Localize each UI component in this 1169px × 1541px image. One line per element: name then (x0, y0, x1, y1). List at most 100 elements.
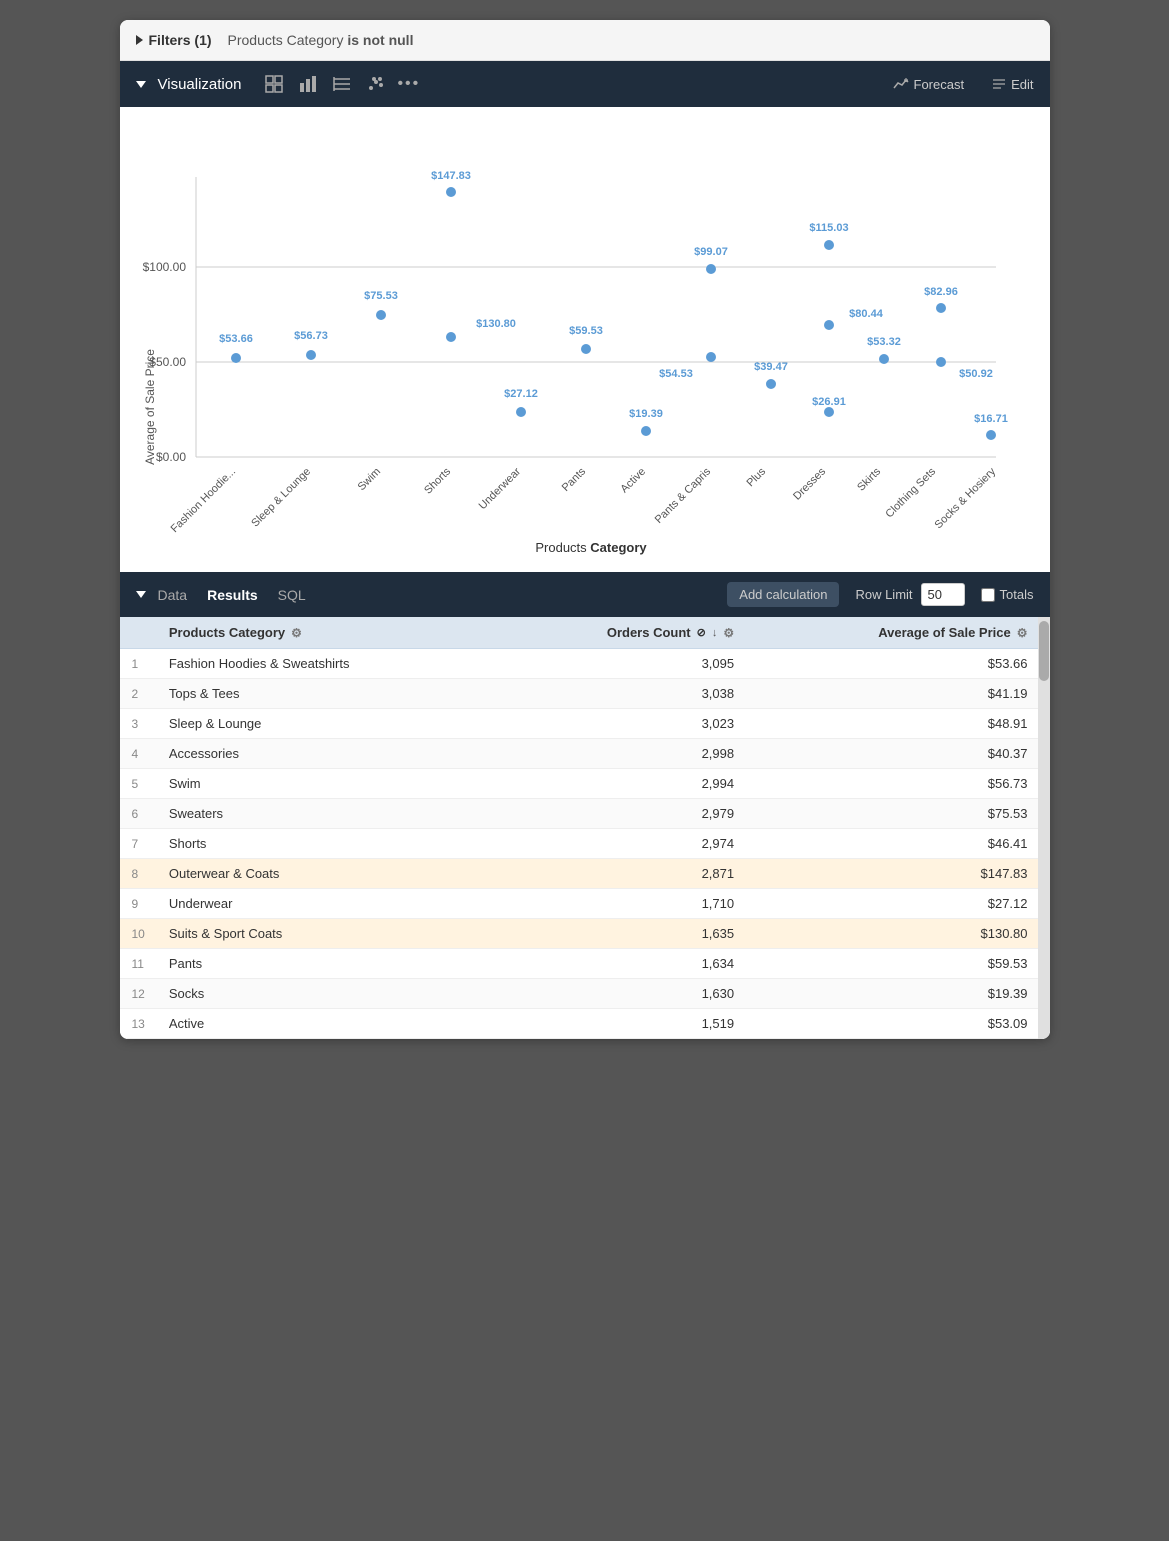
orders-count-cell: 2,974 (496, 829, 746, 859)
category-cell: Sweaters (157, 799, 496, 829)
data-section-header: Data Results SQL Add calculation Row Lim… (120, 572, 1050, 617)
main-container: Filters (1) Products Category is not nul… (120, 20, 1050, 1039)
avg-price-cell: $75.53 (746, 799, 1049, 829)
svg-text:$53.66: $53.66 (219, 333, 253, 345)
svg-text:$50.00: $50.00 (149, 355, 186, 369)
totals-checkbox[interactable] (981, 588, 995, 602)
svg-text:$56.73: $56.73 (294, 330, 328, 342)
row-limit-input[interactable] (921, 583, 965, 606)
filters-label: Filters (1) (149, 32, 212, 48)
svg-text:$99.07: $99.07 (694, 246, 728, 258)
orders-count-cell: 1,630 (496, 979, 746, 1009)
row-number: 6 (120, 799, 157, 829)
orders-count-cell: 3,038 (496, 679, 746, 709)
table-header: Products Category ⚙ Orders Count ⊘ ↓ ⚙ (120, 617, 1050, 649)
svg-text:$19.39: $19.39 (629, 408, 663, 420)
svg-text:$27.12: $27.12 (504, 388, 538, 400)
orders-count-cell: 1,634 (496, 949, 746, 979)
totals-label: Totals (981, 587, 1034, 602)
svg-text:Sleep & Lounge: Sleep & Lounge (249, 466, 313, 530)
category-cell: Pants (157, 949, 496, 979)
data-arrow-icon[interactable] (136, 591, 146, 598)
table-row: 10 Suits & Sport Coats 1,635 $130.80 (120, 919, 1050, 949)
scatter-button[interactable] (363, 71, 389, 97)
col-header-avg-price: Average of Sale Price ⚙ (746, 617, 1049, 649)
svg-text:Clothing Sets: Clothing Sets (883, 465, 938, 520)
table-row: 5 Swim 2,994 $56.73 (120, 769, 1050, 799)
row-number: 13 (120, 1009, 157, 1039)
table-row: 2 Tops & Tees 3,038 $41.19 (120, 679, 1050, 709)
table-row: 1 Fashion Hoodies & Sweatshirts 3,095 $5… (120, 649, 1050, 679)
bar-chart-button[interactable] (295, 71, 321, 97)
svg-text:$80.44: $80.44 (849, 308, 884, 320)
edit-button[interactable]: Edit (992, 77, 1033, 92)
svg-text:Plus: Plus (744, 465, 768, 489)
svg-text:$115.03: $115.03 (809, 222, 848, 234)
row-number: 11 (120, 949, 157, 979)
svg-text:$54.53: $54.53 (659, 368, 693, 380)
avg-price-cell: $41.19 (746, 679, 1049, 709)
tab-data[interactable]: Data (150, 583, 196, 607)
svg-text:$147.83: $147.83 (431, 170, 471, 182)
svg-text:$100.00: $100.00 (142, 260, 186, 274)
svg-text:$0.00: $0.00 (155, 450, 185, 464)
chart-area: Average of Sale Price $100.00 $50.00 $0.… (120, 107, 1050, 572)
row-number: 7 (120, 829, 157, 859)
table-row: 11 Pants 1,634 $59.53 (120, 949, 1050, 979)
orders-sort-icon[interactable]: ↓ (712, 627, 718, 639)
add-calculation-button[interactable]: Add calculation (727, 582, 839, 607)
col-header-rownum (120, 617, 157, 649)
edit-label: Edit (1011, 77, 1033, 92)
avg-price-cell: $27.12 (746, 889, 1049, 919)
tab-sql[interactable]: SQL (270, 583, 314, 607)
table-row: 12 Socks 1,630 $19.39 (120, 979, 1050, 1009)
orders-count-cell: 1,635 (496, 919, 746, 949)
orders-count-cell: 2,994 (496, 769, 746, 799)
category-cell: Shorts (157, 829, 496, 859)
row-number: 9 (120, 889, 157, 919)
table-wrapper: Products Category ⚙ Orders Count ⊘ ↓ ⚙ (120, 617, 1050, 1039)
forecast-button[interactable]: Forecast (893, 76, 965, 92)
scroll-thumb (1039, 621, 1049, 681)
table-scrollbar[interactable] (1038, 617, 1050, 1039)
filters-condition: Products Category is not null (228, 32, 414, 48)
viz-title: Visualization (158, 76, 242, 93)
category-cell: Suits & Sport Coats (157, 919, 496, 949)
svg-text:$130.80: $130.80 (476, 318, 516, 330)
svg-text:$75.53: $75.53 (364, 290, 398, 302)
svg-text:$26.91: $26.91 (812, 396, 846, 408)
table-row: 7 Shorts 2,974 $46.41 (120, 829, 1050, 859)
pivot-button[interactable] (329, 71, 355, 97)
svg-text:Pants: Pants (559, 465, 588, 494)
viz-arrow-icon[interactable] (136, 81, 146, 88)
orders-filter-icon[interactable]: ⊘ (697, 626, 706, 639)
orders-count-cell: 3,023 (496, 709, 746, 739)
orders-count-cell: 2,871 (496, 859, 746, 889)
orders-col-settings-icon[interactable]: ⚙ (723, 626, 734, 640)
orders-count-cell: 2,998 (496, 739, 746, 769)
avg-price-cell: $130.80 (746, 919, 1049, 949)
more-options-button[interactable]: ••• (397, 75, 420, 93)
category-col-settings-icon[interactable]: ⚙ (291, 626, 302, 640)
row-number: 8 (120, 859, 157, 889)
filters-arrow-icon (136, 35, 143, 45)
orders-count-cell: 1,519 (496, 1009, 746, 1039)
svg-text:$16.71: $16.71 (974, 413, 1008, 425)
row-number: 1 (120, 649, 157, 679)
category-cell: Outerwear & Coats (157, 859, 496, 889)
table-row: 9 Underwear 1,710 $27.12 (120, 889, 1050, 919)
row-number: 5 (120, 769, 157, 799)
avg-price-col-settings-icon[interactable]: ⚙ (1017, 626, 1028, 640)
avg-price-cell: $40.37 (746, 739, 1049, 769)
category-cell: Tops & Tees (157, 679, 496, 709)
avg-price-cell: $53.09 (746, 1009, 1049, 1039)
svg-text:$50.92: $50.92 (959, 368, 993, 380)
tab-results[interactable]: Results (199, 583, 266, 607)
svg-text:$39.47: $39.47 (754, 361, 788, 373)
table-view-button[interactable] (261, 71, 287, 97)
filters-toggle[interactable]: Filters (1) (136, 32, 212, 48)
category-cell: Swim (157, 769, 496, 799)
table-row: 4 Accessories 2,998 $40.37 (120, 739, 1050, 769)
category-cell: Fashion Hoodies & Sweatshirts (157, 649, 496, 679)
svg-text:$59.53: $59.53 (569, 325, 603, 337)
